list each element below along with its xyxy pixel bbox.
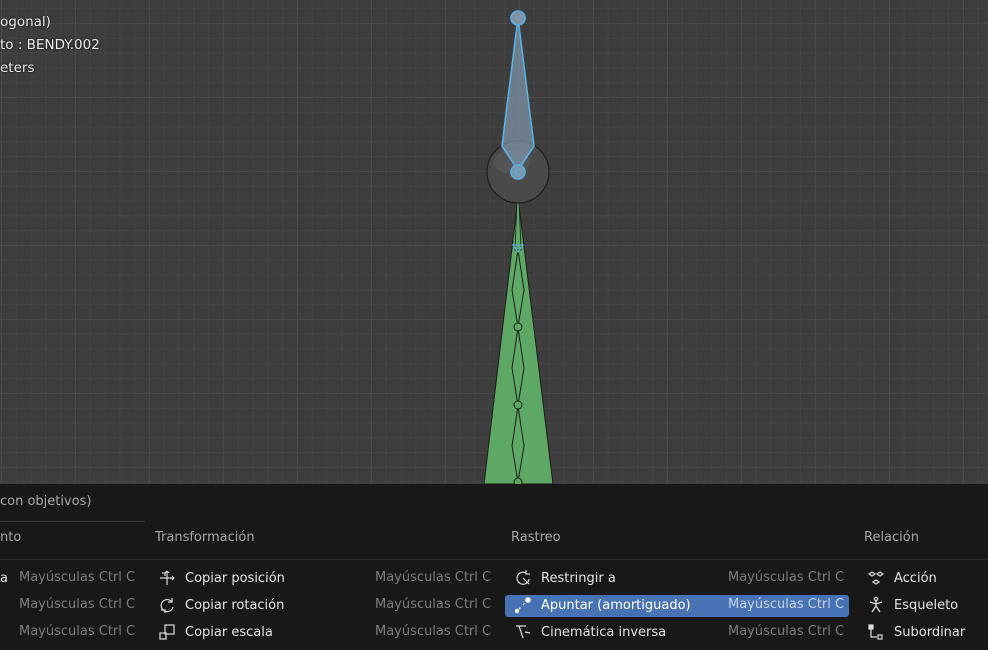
selected-bone — [501, 17, 535, 172]
menu-item-left-1[interactable]: a — [0, 567, 8, 589]
shortcut-label: Mayúsculas Ctrl C — [728, 570, 845, 585]
header-separator — [0, 559, 988, 560]
menu-item-track-to[interactable]: Restringir a — [514, 567, 616, 589]
copy-rotation-icon — [158, 596, 176, 614]
armature-icon — [867, 596, 885, 614]
menu-item-damped-track[interactable]: Apuntar (amortiguado) — [514, 594, 691, 616]
shortcut-label: Mayúsculas Ctrl C — [375, 597, 492, 612]
armature-bones[interactable] — [0, 0, 988, 484]
copy-scale-icon — [158, 623, 176, 641]
column-header-transform: Transformación — [155, 530, 255, 545]
menu-title: con objetivos) — [0, 494, 92, 509]
shortcut-label: Mayúsculas Ctrl C — [375, 624, 492, 639]
shortcut-label: Mayúsculas Ctrl C — [728, 624, 845, 639]
column-header-relationship: Relación — [864, 530, 919, 545]
track-to-icon — [514, 569, 532, 587]
menu-item-copy-rotation[interactable]: Copiar rotación — [158, 594, 284, 616]
menu-item-copy-location[interactable]: Copiar posición — [158, 567, 285, 589]
title-separator — [0, 521, 145, 522]
menu-item-copy-scale[interactable]: Copiar escala — [158, 621, 273, 643]
selected-bone-head — [510, 164, 526, 180]
copy-location-icon — [158, 569, 176, 587]
shortcut-label: Mayúsculas Ctrl C — [375, 570, 492, 585]
column-header-tracking: Rastreo — [511, 530, 561, 545]
shortcut-label: Mayúsculas Ctrl C — [19, 570, 136, 585]
shortcut-label: Mayúsculas Ctrl C — [19, 597, 136, 612]
3d-viewport[interactable]: ogonal) to : BENDY.002 eters — [0, 0, 988, 484]
menu-item-child-of[interactable]: Subordinar — [867, 621, 965, 643]
shortcut-label: Mayúsculas Ctrl C — [728, 597, 845, 612]
child-of-icon — [867, 623, 885, 641]
damped-track-icon — [514, 596, 532, 614]
menu-item-action[interactable]: Acción — [867, 567, 937, 589]
bone-joint — [513, 322, 523, 332]
action-icon — [867, 569, 885, 587]
column-header-motion: nto — [0, 530, 22, 545]
shortcut-label: Mayúsculas Ctrl C — [19, 624, 136, 639]
menu-item-inverse-kinematics[interactable]: Cinemática inversa — [514, 621, 666, 643]
selected-bone-tip — [510, 10, 526, 26]
bone-joint — [513, 400, 523, 410]
menu-item-armature[interactable]: Esqueleto — [867, 594, 958, 616]
inverse-kinematics-icon — [514, 623, 532, 641]
